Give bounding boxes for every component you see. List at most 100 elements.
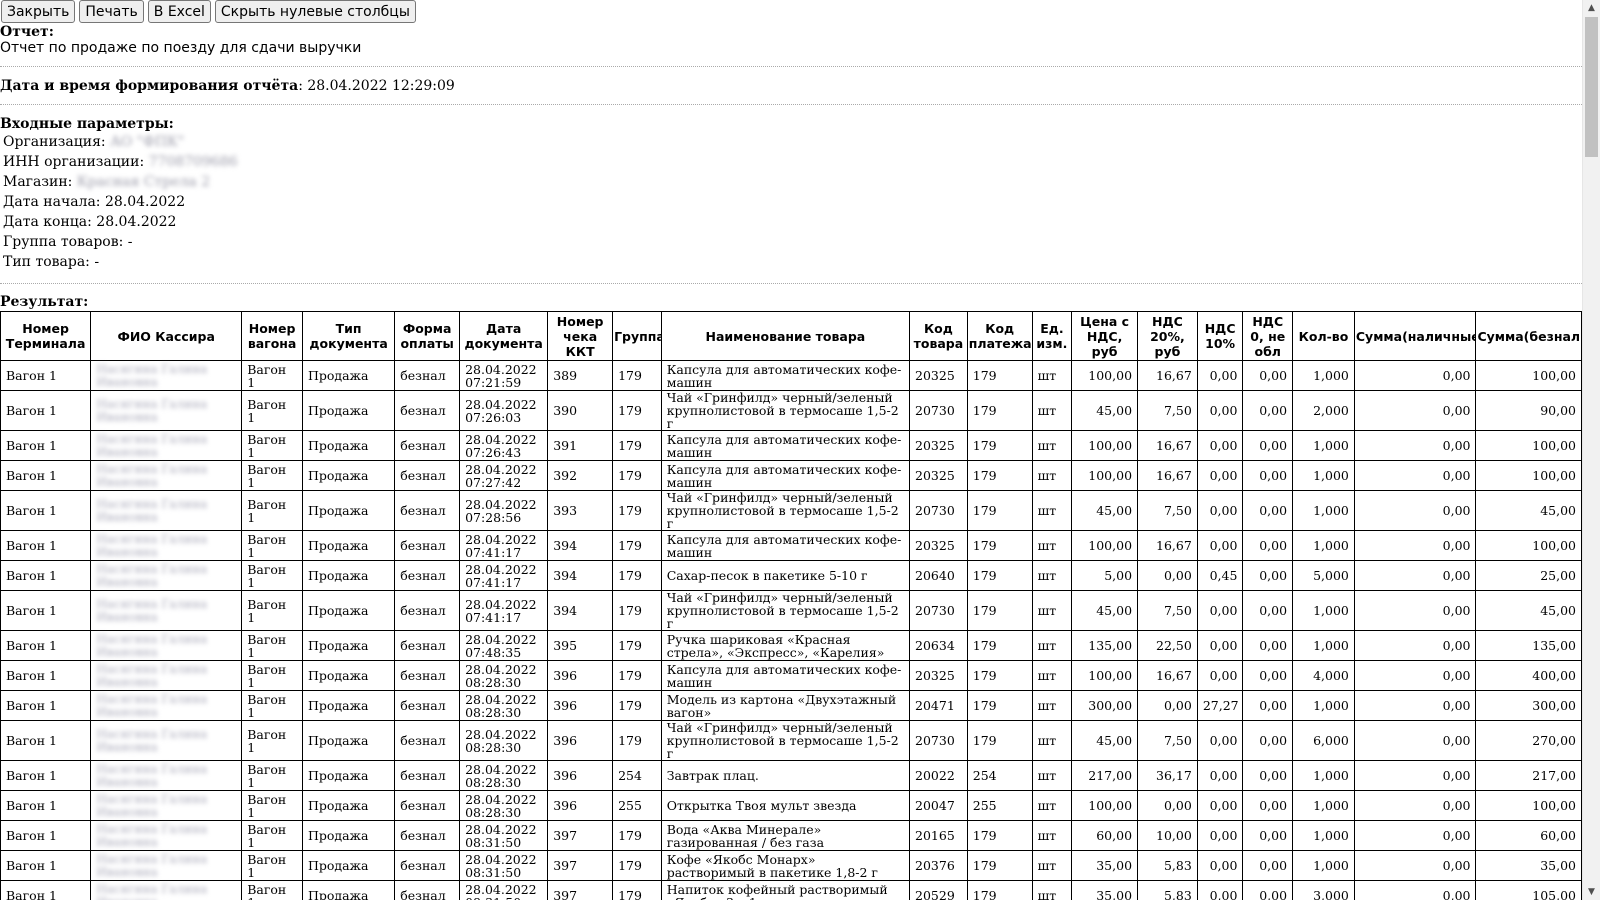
- table-row[interactable]: Вагон 1Насягина Галина ИвановнаВагон 1Пр…: [0, 760, 1582, 791]
- cell-col-product-code: 20730: [909, 720, 968, 761]
- cell-col-receipt: 394: [547, 530, 614, 561]
- cell-col-terminal: Вагон 1: [0, 560, 92, 591]
- cell-col-terminal: Вагон 1: [0, 590, 92, 631]
- cell-col-unit: шт: [1031, 660, 1073, 691]
- cell-col-receipt: 396: [547, 790, 614, 821]
- cell-col-cashier: Насягина Галина Ивановна: [90, 590, 243, 631]
- cell-col-vat10: 0,00: [1196, 590, 1244, 631]
- cell-col-terminal: Вагон 1: [0, 720, 92, 761]
- table-row[interactable]: Вагон 1Насягина Галина ИвановнаВагон 1Пр…: [0, 490, 1582, 531]
- table-row[interactable]: Вагон 1Насягина Галина ИвановнаВагон 1Пр…: [0, 630, 1582, 661]
- cell-col-payment-code: 255: [966, 790, 1033, 821]
- header-col-doc-date: Дата документа: [459, 311, 549, 361]
- scroll-up-icon[interactable]: ▲: [1583, 0, 1600, 16]
- scroll-thumb[interactable]: [1585, 17, 1598, 157]
- cell-col-product: Открытка Твоя мульт звезда: [660, 790, 911, 821]
- cell-col-price: 45,00: [1071, 590, 1139, 631]
- table-row[interactable]: Вагон 1Насягина Галина ИвановнаВагон 1Пр…: [0, 460, 1582, 491]
- param-group: Группа товаров: -: [3, 234, 133, 250]
- table-row[interactable]: Вагон 1Насягина Галина ИвановнаВагон 1Пр…: [0, 430, 1582, 461]
- table-row[interactable]: Вагон 1Насягина Галина ИвановнаВагон 1Пр…: [0, 590, 1582, 631]
- cell-col-group: 179: [612, 590, 662, 631]
- cell-col-product: Сахар-песок в пакетике 5-10 г: [660, 560, 911, 591]
- table-row[interactable]: Вагон 1Насягина Галина ИвановнаВагон 1Пр…: [0, 790, 1582, 821]
- cell-col-qty: 3,000: [1292, 880, 1355, 900]
- cell-col-vat0: 0,00: [1242, 560, 1294, 591]
- table-row[interactable]: Вагон 1Насягина Галина ИвановнаВагон 1Пр…: [0, 720, 1582, 761]
- table-row[interactable]: Вагон 1Насягина Галина ИвановнаВагон 1Пр…: [0, 820, 1582, 851]
- cell-col-vat0: 0,00: [1242, 880, 1294, 900]
- cell-col-unit: шт: [1031, 430, 1073, 461]
- vertical-scrollbar[interactable]: ▲ ▼: [1582, 0, 1600, 900]
- cell-col-vat10: 0,00: [1196, 720, 1244, 761]
- cell-col-vat0: 0,00: [1242, 820, 1294, 851]
- cell-col-payment-code: 179: [966, 590, 1033, 631]
- cell-col-product: Завтрак плац.: [660, 760, 911, 791]
- cell-col-vat0: 0,00: [1242, 430, 1294, 461]
- cell-col-cashier: Насягина Галина Ивановна: [90, 460, 243, 491]
- cell-col-qty: 1,000: [1292, 690, 1355, 721]
- cell-col-sum-card: 135,00: [1475, 630, 1582, 661]
- cell-col-vat20: 16,67: [1137, 660, 1198, 691]
- cell-col-vat0: 0,00: [1242, 530, 1294, 561]
- cell-col-unit: шт: [1031, 880, 1073, 900]
- cell-col-vat20: 22,50: [1137, 630, 1198, 661]
- cell-col-sum-card: 35,00: [1475, 850, 1582, 881]
- cell-col-sum-card: 100,00: [1475, 430, 1582, 461]
- report-page: Закрыть Печать В Excel Скрыть нулевые ст…: [0, 0, 1582, 900]
- close-button[interactable]: Закрыть: [1, 0, 76, 23]
- export-excel-button[interactable]: В Excel: [147, 0, 211, 23]
- cell-col-sum-card: 100,00: [1475, 790, 1582, 821]
- cell-col-terminal: Вагон 1: [0, 660, 92, 691]
- cell-col-cashier: Насягина Галина Ивановна: [90, 760, 243, 791]
- cell-col-doc-date: 28.04.2022 08:28:30: [459, 690, 549, 721]
- cell-col-wagon: Вагон 1: [241, 880, 303, 900]
- cell-col-qty: 1,000: [1292, 820, 1355, 851]
- cell-col-vat10: 0,45: [1196, 560, 1244, 591]
- table-row[interactable]: Вагон 1Насягина Галина ИвановнаВагон 1Пр…: [0, 530, 1582, 561]
- cell-col-price: 35,00: [1071, 880, 1139, 900]
- cell-col-wagon: Вагон 1: [241, 560, 303, 591]
- cell-col-vat10: 0,00: [1196, 490, 1244, 531]
- cell-col-cashier: Насягина Галина Ивановна: [90, 560, 243, 591]
- cell-col-receipt: 391: [547, 430, 614, 461]
- table-header-row: Номер Терминала ФИО Кассира Номер вагона Ти…: [0, 311, 1582, 361]
- table-row[interactable]: Вагон 1Насягина Галина ИвановнаВагон 1Пр…: [0, 880, 1582, 900]
- cell-col-wagon: Вагон 1: [241, 430, 303, 461]
- cell-col-vat0: 0,00: [1242, 760, 1294, 791]
- cell-col-unit: шт: [1031, 590, 1073, 631]
- cell-col-price: 100,00: [1071, 790, 1139, 821]
- cell-col-doc-date: 28.04.2022 07:21:59: [459, 360, 549, 391]
- scroll-down-icon[interactable]: ▼: [1583, 884, 1600, 900]
- cell-col-vat20: 10,00: [1137, 820, 1198, 851]
- table-row[interactable]: Вагон 1Насягина Галина ИвановнаВагон 1Пр…: [0, 390, 1582, 431]
- header-col-sum-card: Сумма(безнал.): [1475, 311, 1582, 361]
- table-row[interactable]: Вагон 1Насягина Галина ИвановнаВагон 1Пр…: [0, 660, 1582, 691]
- print-button[interactable]: Печать: [79, 0, 144, 23]
- table-row[interactable]: Вагон 1Насягина Галина ИвановнаВагон 1Пр…: [0, 560, 1582, 591]
- cell-col-vat10: 0,00: [1196, 630, 1244, 661]
- cell-col-price: 217,00: [1071, 760, 1139, 791]
- cell-col-payment-code: 179: [966, 460, 1033, 491]
- cell-col-unit: шт: [1031, 530, 1073, 561]
- cell-col-payment: безнал: [394, 760, 461, 791]
- cell-col-unit: шт: [1031, 460, 1073, 491]
- table-row[interactable]: Вагон 1Насягина Галина ИвановнаВагон 1Пр…: [0, 360, 1582, 391]
- cell-col-product-code: 20640: [909, 560, 968, 591]
- cell-col-group: 179: [612, 560, 662, 591]
- cell-col-doc-date: 28.04.2022 08:28:30: [459, 790, 549, 821]
- report-name: Отчет по продаже по поезду для сдачи выр…: [0, 40, 362, 56]
- cell-col-doc-date: 28.04.2022 08:28:30: [459, 760, 549, 791]
- param-org: Организация: АО "ФПК": [3, 134, 185, 150]
- cell-col-unit: шт: [1031, 820, 1073, 851]
- hide-zero-columns-button[interactable]: Скрыть нулевые столбцы: [214, 0, 416, 23]
- cell-col-receipt: 397: [547, 880, 614, 900]
- cell-col-terminal: Вагон 1: [0, 790, 92, 821]
- table-row[interactable]: Вагон 1Насягина Галина ИвановнаВагон 1Пр…: [0, 690, 1582, 721]
- header-col-receipt: Номер чека ККТ: [547, 311, 614, 361]
- table-row[interactable]: Вагон 1Насягина Галина ИвановнаВагон 1Пр…: [0, 850, 1582, 881]
- cell-col-vat0: 0,00: [1242, 790, 1294, 821]
- cell-col-vat10: 0,00: [1196, 880, 1244, 900]
- param-inn: ИНН организации: 7708709686: [3, 154, 238, 170]
- cell-col-qty: 6,000: [1292, 720, 1355, 761]
